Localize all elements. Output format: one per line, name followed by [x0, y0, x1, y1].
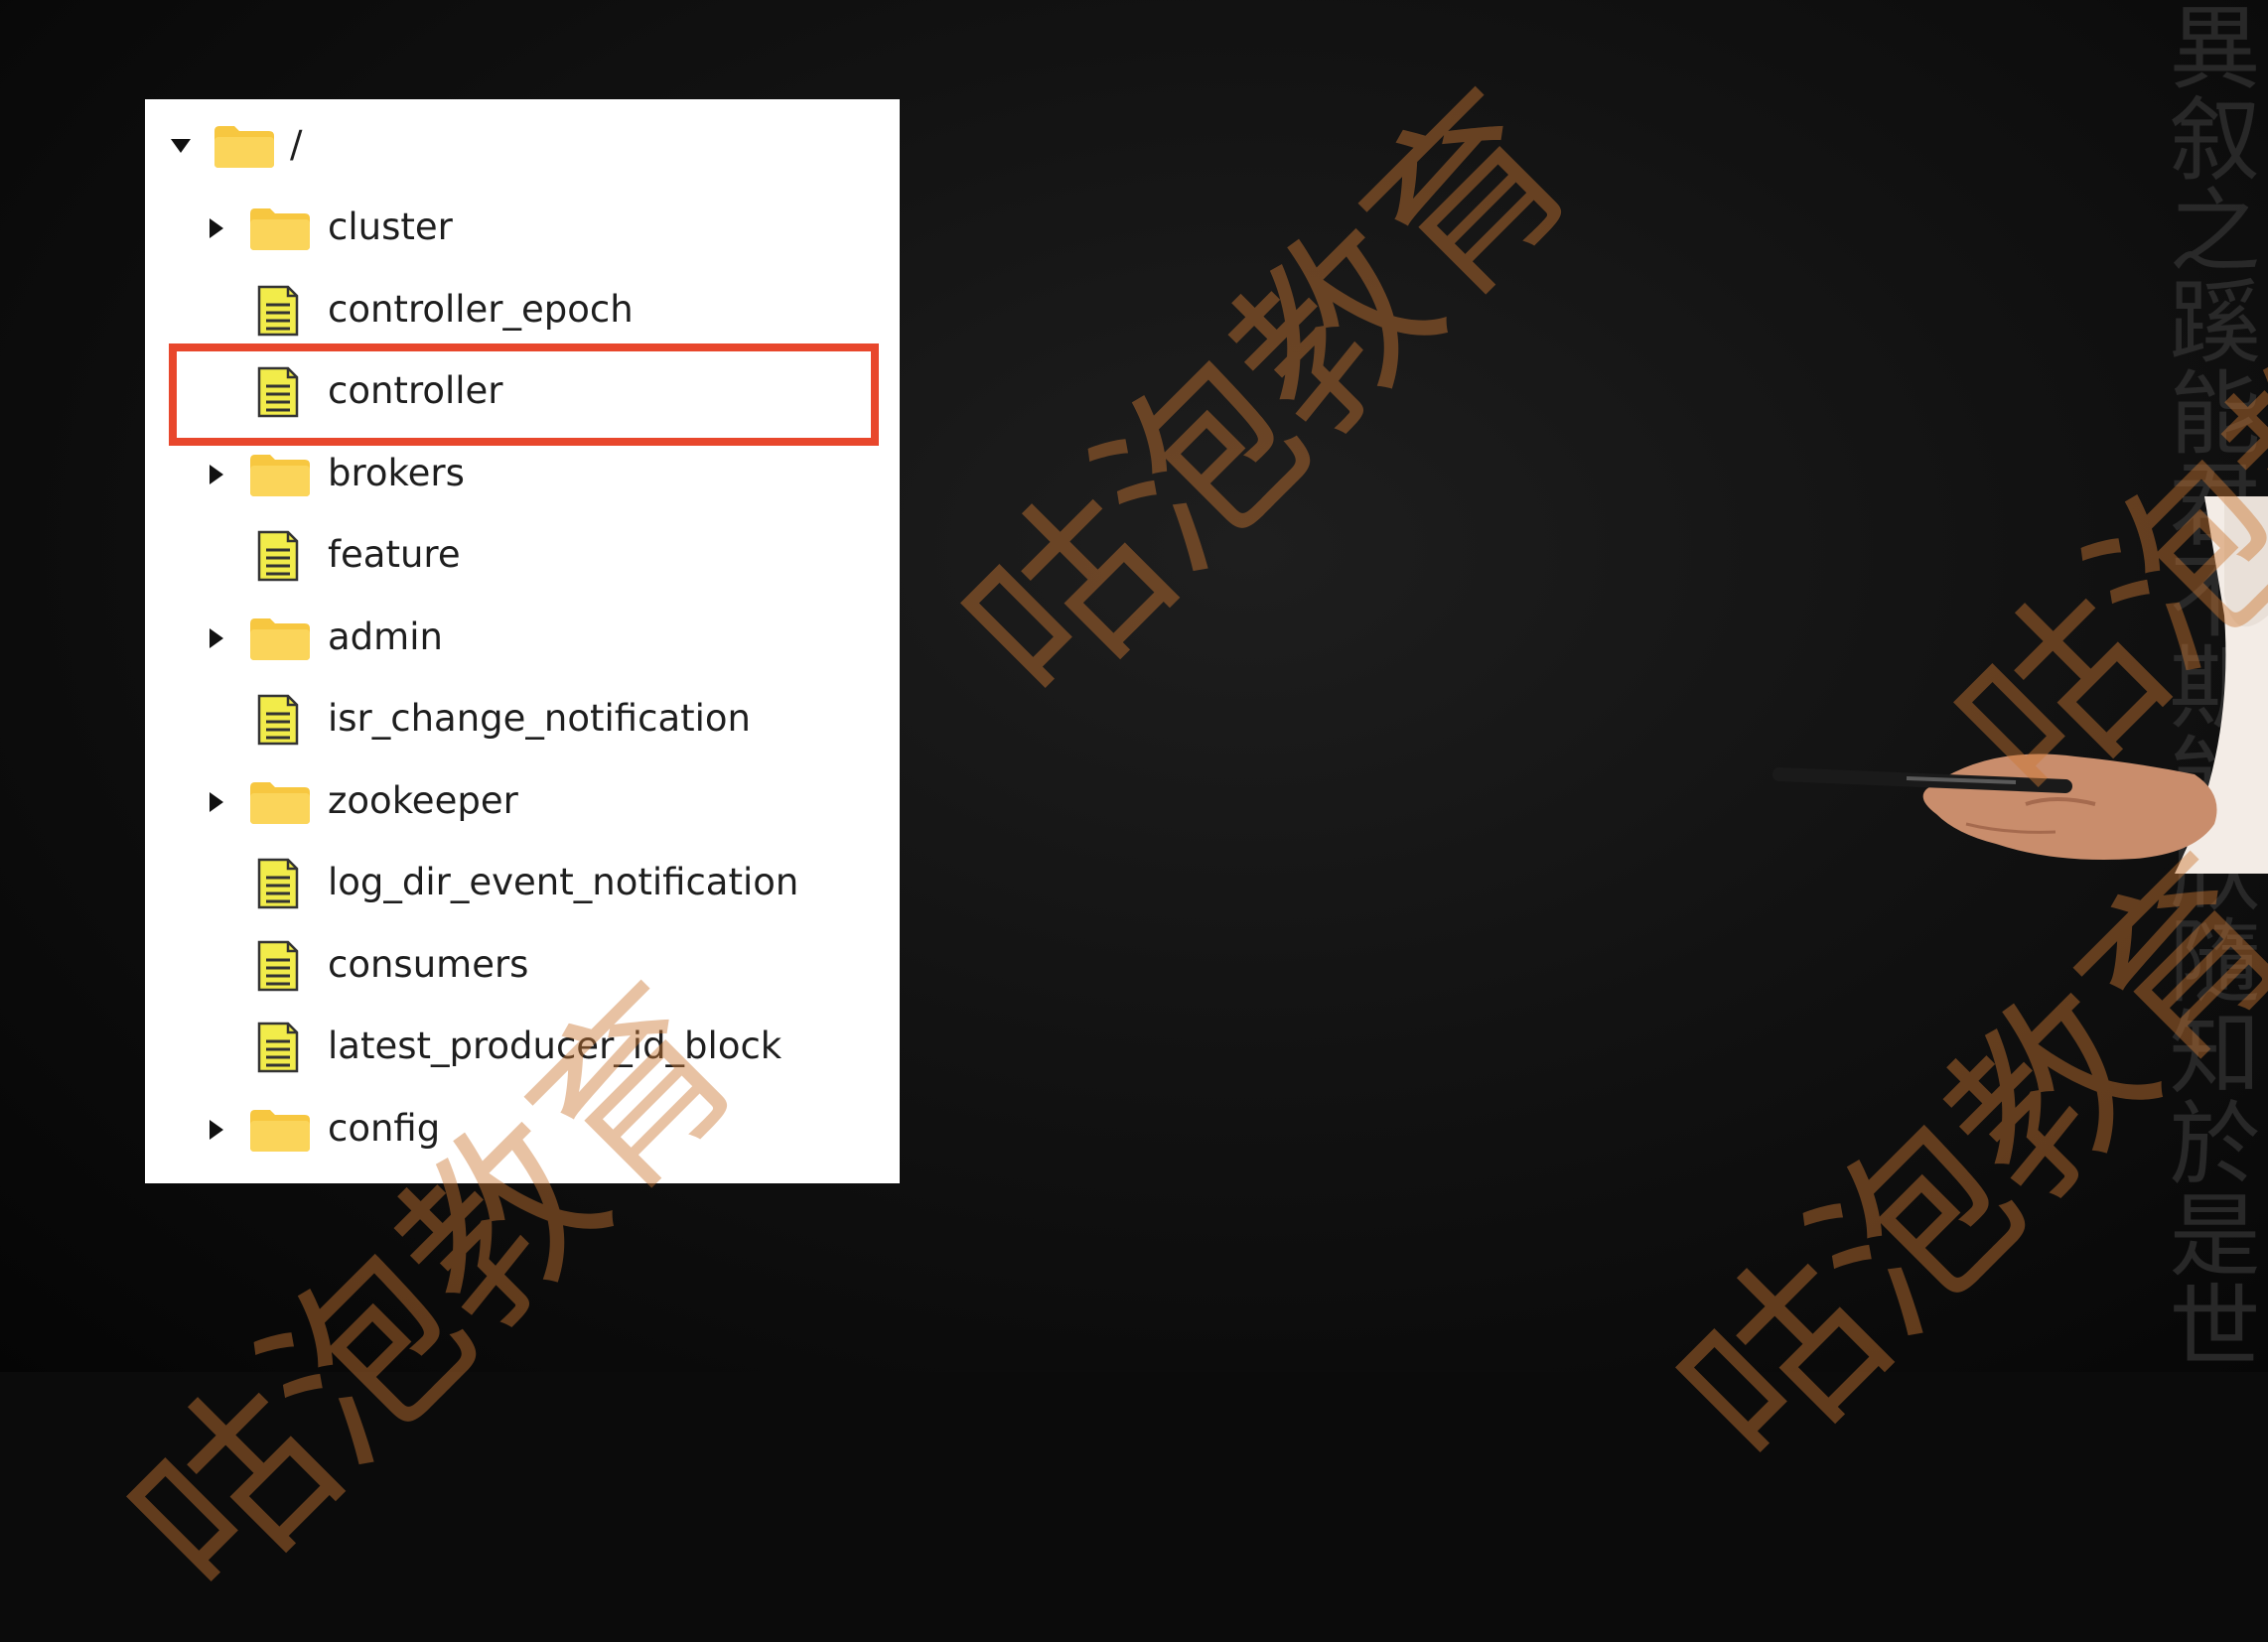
tree-node-zookeeper[interactable]: zookeeper — [145, 767, 880, 837]
expand-icon[interactable] — [205, 216, 228, 240]
folder-icon — [248, 779, 312, 825]
tree-node-label: controller_epoch — [328, 287, 634, 331]
folder-icon — [213, 123, 276, 169]
tree-node-latest-producer-id-block[interactable]: latest_producer_id_block — [145, 1013, 880, 1082]
expand-icon[interactable] — [205, 626, 228, 650]
tree-node-label: feature — [328, 533, 461, 576]
folder-icon — [248, 205, 312, 251]
folder-icon — [248, 452, 312, 497]
folder-icon — [248, 1107, 312, 1153]
file-icon — [256, 694, 300, 746]
tree-node-feature[interactable]: feature — [145, 521, 880, 591]
tree-node-label: config — [328, 1106, 441, 1150]
highlight-box — [169, 343, 879, 446]
expand-icon[interactable] — [205, 790, 228, 814]
tree-node-config[interactable]: config — [145, 1095, 880, 1164]
tree-node-brokers[interactable]: brokers — [145, 440, 880, 509]
zookeeper-tree-panel: / cluster controller_epoch controller broke… — [145, 99, 900, 1183]
expand-icon[interactable] — [205, 1118, 228, 1142]
file-icon — [256, 1022, 300, 1073]
collapse-icon[interactable] — [169, 134, 193, 158]
tree-node-label: consumers — [328, 942, 529, 986]
expand-icon[interactable] — [205, 463, 228, 486]
folder-icon — [248, 616, 312, 661]
tree-node-controller-epoch[interactable]: controller_epoch — [145, 276, 880, 345]
tree-node-label: log_dir_event_notification — [328, 861, 799, 903]
file-icon — [256, 285, 300, 337]
presenter-hand-with-pen — [1772, 496, 2268, 874]
tree-root-label: / — [290, 123, 303, 166]
tree-node-label: zookeeper — [328, 778, 518, 822]
tree-node-consumers[interactable]: consumers — [145, 931, 880, 1001]
tree-node-log-dir-event-notification[interactable]: log_dir_event_notification — [145, 849, 880, 918]
tree-node-label: latest_producer_id_block — [328, 1025, 782, 1067]
tree-node-label: admin — [328, 615, 443, 658]
tree-node-label: isr_change_notification — [328, 697, 752, 740]
tree-node-admin[interactable]: admin — [145, 604, 880, 673]
file-icon — [256, 530, 300, 582]
file-icon — [256, 940, 300, 992]
tree-node-label: cluster — [328, 205, 453, 248]
tree-node-isr-change-notification[interactable]: isr_change_notification — [145, 685, 880, 754]
tree-node-label: brokers — [328, 451, 465, 494]
tree-root-node[interactable]: / — [145, 111, 880, 181]
file-icon — [256, 858, 300, 909]
tree-node-cluster[interactable]: cluster — [145, 194, 880, 263]
